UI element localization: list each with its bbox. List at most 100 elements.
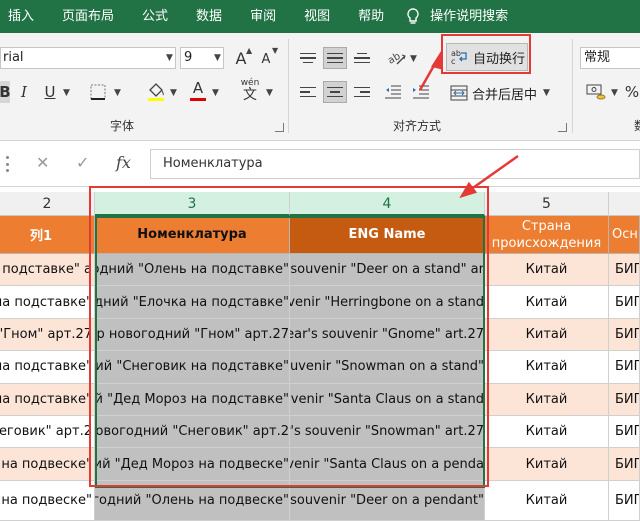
- tab-data[interactable]: 数据: [182, 0, 236, 33]
- merge-dropdown-icon[interactable]: ▼: [543, 88, 550, 98]
- enter-check-icon[interactable]: ✓: [76, 153, 89, 172]
- orientation-button[interactable]: ab: [386, 47, 408, 69]
- cell-eng-name[interactable]: souvenir "Snowman on a stand": [290, 351, 485, 384]
- cell-nomenclature[interactable]: Сувенир новогодний "Олень на подставке": [95, 254, 290, 287]
- tab-help[interactable]: 帮助: [344, 0, 398, 33]
- cell-eng-name[interactable]: souvenir "Deer on a pendant": [290, 480, 485, 521]
- tab-review[interactable]: 审阅: [236, 0, 290, 33]
- cell-eng-name[interactable]: uvenir "Santa Claus on a penda: [290, 448, 485, 481]
- header-cell-eng-name[interactable]: ENG Name: [290, 216, 485, 254]
- underline-dropdown-icon[interactable]: ▼: [63, 88, 70, 98]
- column-header-6[interactable]: [609, 192, 640, 216]
- cell-nomenclature[interactable]: Сувенир новогодний "Гном" арт.27: [95, 318, 290, 352]
- cell-country[interactable]: Китай: [485, 448, 609, 481]
- phonetic-guide-button[interactable]: wén 文: [238, 77, 262, 103]
- tab-view[interactable]: 视图: [290, 0, 344, 33]
- align-bottom-button[interactable]: [350, 47, 374, 69]
- cell-basis[interactable]: БИГ: [609, 318, 640, 352]
- header-cell-nomenclature[interactable]: Номенклатура: [95, 216, 290, 254]
- fill-color-button[interactable]: [145, 79, 167, 103]
- name-box-handle-icon[interactable]: [6, 156, 10, 172]
- borders-dropdown-icon[interactable]: ▼: [114, 88, 121, 98]
- cell-nomenclature[interactable]: Сувенир новогодний "Дед Мороз на подстав…: [95, 383, 290, 416]
- cell-basis[interactable]: БИГ: [609, 351, 640, 384]
- cell-basis[interactable]: БИГ: [609, 254, 640, 287]
- cell-country[interactable]: Китай: [485, 480, 609, 521]
- column-header-4[interactable]: 4: [290, 192, 485, 216]
- cell-eng-name[interactable]: uvenir "Santa Claus on a stand: [290, 383, 485, 416]
- cell-eng-name[interactable]: souvenir "Deer on a stand" ar: [290, 254, 485, 287]
- cell-nomenclature[interactable]: Сувенир новогодний "Олень на подвеске": [95, 480, 290, 521]
- cell-basis[interactable]: БИГ: [609, 383, 640, 416]
- column-header-2[interactable]: 2: [0, 192, 95, 216]
- align-top-button[interactable]: [296, 47, 320, 69]
- cell-col1[interactable]: Сувенир новогодний "Олень на подставке" …: [0, 254, 95, 287]
- cell-col1[interactable]: Сувенир новогодний "Снеговик" арт.2: [0, 416, 95, 449]
- cell-country[interactable]: Китай: [485, 254, 609, 287]
- alignment-dialog-launcher-icon[interactable]: [558, 123, 567, 132]
- cell-nomenclature[interactable]: Сувенир новогодний "Дед Мороз на подвеск…: [95, 448, 290, 481]
- column-header-5[interactable]: 5: [485, 192, 609, 216]
- number-format-box[interactable]: 常规: [580, 47, 640, 69]
- cell-country[interactable]: Китай: [485, 318, 609, 352]
- cell-nomenclature[interactable]: Сувенир новогодний "Снеговик" арт.2: [95, 416, 290, 449]
- cell-nomenclature[interactable]: Сувенир новогодний "Елочка на подставке": [95, 286, 290, 319]
- cell-country[interactable]: Китай: [485, 383, 609, 416]
- align-left-button[interactable]: [296, 81, 320, 103]
- insert-function-icon[interactable]: fx: [116, 153, 131, 172]
- cell-col1[interactable]: Сувенир новогодний "Снеговик на подставк…: [0, 351, 95, 384]
- italic-button[interactable]: I: [14, 81, 34, 103]
- cell-eng-name[interactable]: ear's souvenir "Gnome" art.27: [290, 318, 485, 352]
- table-row: Сувенир новогодний "Снеговик" арт.2 Суве…: [0, 416, 640, 449]
- cell-country[interactable]: Китай: [485, 416, 609, 449]
- font-name-box[interactable]: rial: [0, 47, 176, 69]
- header-cell-basis[interactable]: Осн: [609, 216, 640, 254]
- align-right-button[interactable]: [350, 81, 374, 103]
- cell-col1[interactable]: Сувенир новогодний "Елочка на подставке": [0, 286, 95, 319]
- cell-col1[interactable]: Сувенир новогодний "Дед Мороз на подстав…: [0, 383, 95, 416]
- cell-eng-name[interactable]: ar's souvenir "Snowman" art.27: [290, 416, 485, 449]
- cancel-icon[interactable]: ✕: [36, 153, 49, 172]
- accounting-format-button[interactable]: [584, 81, 608, 103]
- underline-button[interactable]: U: [40, 81, 60, 103]
- tab-page-layout[interactable]: 页面布局: [48, 0, 128, 33]
- font-name-dropdown-icon[interactable]: ▼: [166, 53, 173, 63]
- font-color-button[interactable]: A: [188, 79, 208, 103]
- decrease-indent-button[interactable]: [382, 81, 404, 103]
- percent-button[interactable]: %: [624, 81, 640, 103]
- font-size-dropdown-icon[interactable]: ▼: [214, 53, 221, 63]
- cell-basis[interactable]: БИГ: [609, 286, 640, 319]
- cell-country[interactable]: Китай: [485, 351, 609, 384]
- header-cell-col1[interactable]: 列1: [0, 216, 95, 254]
- bold-button[interactable]: B: [0, 81, 11, 103]
- fill-color-dropdown-icon[interactable]: ▼: [170, 88, 177, 98]
- cell-basis[interactable]: БИГ: [609, 480, 640, 521]
- orientation-dropdown-icon[interactable]: ▼: [410, 54, 417, 64]
- cell-eng-name[interactable]: uvenir "Herringbone on a stand: [290, 286, 485, 319]
- font-dialog-launcher-icon[interactable]: [275, 123, 284, 132]
- cell-col1[interactable]: Сувенир новогодний "Олень на подвеске": [0, 480, 95, 521]
- tab-insert[interactable]: 插入: [0, 0, 48, 33]
- align-middle-button[interactable]: [323, 47, 347, 69]
- merge-center-button[interactable]: 合并后居中 ▼: [446, 81, 566, 105]
- cell-basis[interactable]: БИГ: [609, 448, 640, 481]
- formula-input[interactable]: Номенклатура: [150, 149, 640, 179]
- align-center-button[interactable]: [323, 81, 347, 103]
- cell-col1[interactable]: Сувенир новогодний "Дед Мороз на подвеск…: [0, 448, 95, 481]
- phonetic-dropdown-icon[interactable]: ▼: [266, 88, 273, 98]
- header-cell-country[interactable]: Страна происхождения: [485, 216, 609, 254]
- cell-col1[interactable]: Сувенир новогодний "Гном" арт.27: [0, 318, 95, 352]
- cell-nomenclature[interactable]: Сувенир новогодний "Снеговик на подставк…: [95, 351, 290, 384]
- tab-formulas[interactable]: 公式: [128, 0, 182, 33]
- increase-indent-button[interactable]: [410, 81, 432, 103]
- cell-basis[interactable]: БИГ: [609, 416, 640, 449]
- table-row: Сувенир новогодний "Олень на подставке" …: [0, 254, 640, 287]
- font-color-swatch: [190, 98, 206, 101]
- tell-me-search[interactable]: 操作说明搜索: [430, 0, 522, 33]
- borders-button[interactable]: [86, 81, 110, 103]
- font-color-dropdown-icon[interactable]: ▼: [212, 88, 219, 98]
- accounting-dropdown-icon[interactable]: ▼: [611, 88, 618, 98]
- cell-country[interactable]: Китай: [485, 286, 609, 319]
- shrink-font-icon: ▼: [272, 46, 279, 55]
- column-header-3[interactable]: 3: [95, 192, 290, 216]
